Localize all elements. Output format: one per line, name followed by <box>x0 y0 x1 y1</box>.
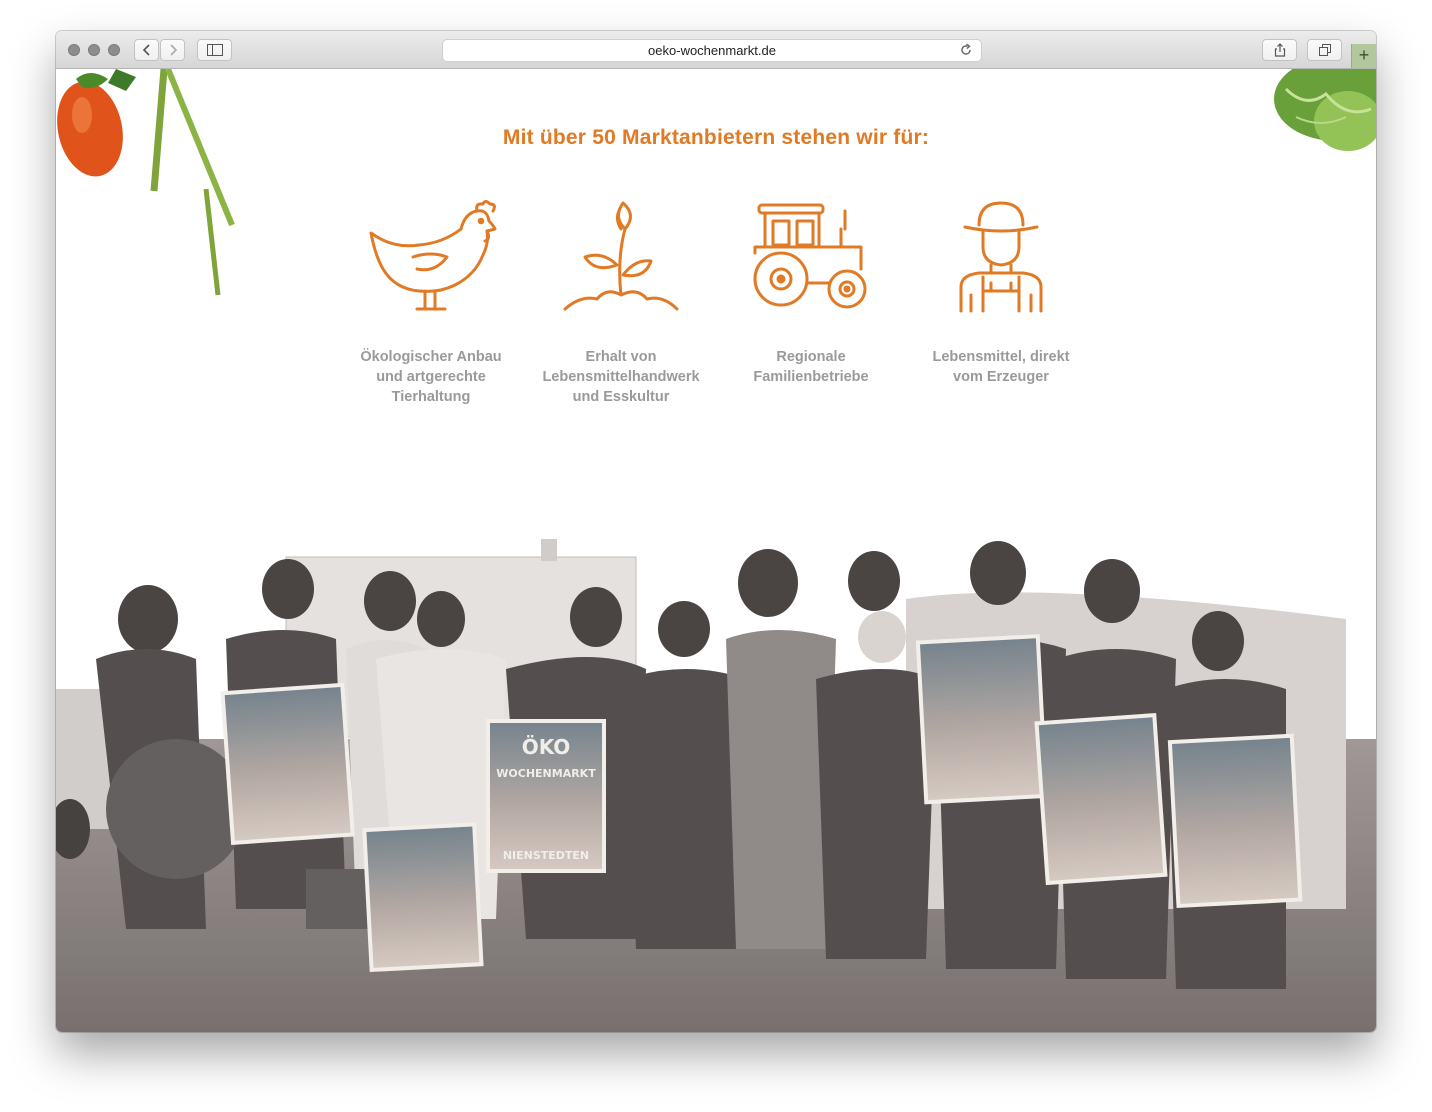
browser-window: oeko-wochenmarkt.de + Mit über 50 Markta… <box>56 31 1376 1032</box>
chicken-icon <box>369 200 497 311</box>
vegetable-decoration-left <box>57 69 235 296</box>
feature-label: Erhalt von Lebensmittelhandwerk und Essk… <box>542 349 700 405</box>
tractor-icon <box>753 203 867 309</box>
tabs-overview-button[interactable] <box>1307 39 1342 61</box>
sidebar-icon <box>206 44 223 56</box>
sprout-icon <box>563 201 679 311</box>
minimize-window-button[interactable] <box>88 44 100 56</box>
share-button[interactable] <box>1262 39 1297 61</box>
new-tab-button[interactable]: + <box>1351 44 1376 68</box>
farmer-icon <box>959 201 1043 313</box>
zoom-window-button[interactable] <box>108 44 120 56</box>
feature-item: Lebensmittel, direkt vom Erzeuger <box>906 199 1096 387</box>
forward-button[interactable] <box>160 39 185 61</box>
chevron-left-icon <box>142 44 150 56</box>
chevron-right-icon <box>169 44 177 56</box>
group-photo: ÖKO WOCHENMARKT NIENSTEDTEN <box>56 509 1376 1032</box>
feature-label: Ökologischer Anbau und artgerechte Tierh… <box>360 349 502 405</box>
reload-icon[interactable] <box>959 43 973 57</box>
web-page: Mit über 50 Marktanbietern stehen wir fü… <box>56 69 1376 1032</box>
feature-item: Ökologischer Anbau und artgerechte Tierh… <box>336 199 526 407</box>
url-text: oeko-wochenmarkt.de <box>648 43 776 58</box>
share-icon <box>1274 43 1285 57</box>
close-window-button[interactable] <box>68 44 80 56</box>
feature-label: Regionale Familienbetriebe <box>753 349 869 385</box>
sidebar-button[interactable] <box>197 39 232 61</box>
feature-label: Lebensmittel, direkt vom Erzeuger <box>932 349 1070 385</box>
browser-toolbar: oeko-wochenmarkt.de + <box>56 31 1376 69</box>
back-button[interactable] <box>134 39 159 61</box>
tabs-icon <box>1318 44 1331 56</box>
feature-item: Regionale Familienbetriebe <box>716 199 906 387</box>
address-bar[interactable]: oeko-wochenmarkt.de <box>442 39 982 62</box>
section-headline: Mit über 50 Marktanbietern stehen wir fü… <box>502 126 930 149</box>
feature-item: Erhalt von Lebensmittelhandwerk und Essk… <box>526 199 716 407</box>
